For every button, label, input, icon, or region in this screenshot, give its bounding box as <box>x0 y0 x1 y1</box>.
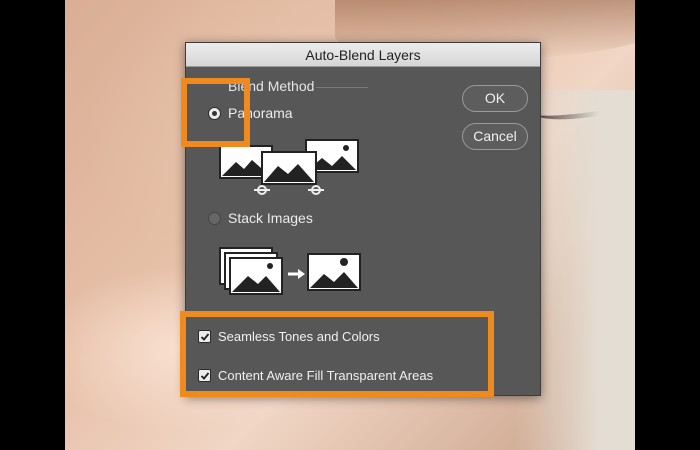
dialog-title: Auto-Blend Layers <box>186 43 540 67</box>
ok-button[interactable]: OK <box>462 85 528 112</box>
checkbox-box-content-aware-fill[interactable] <box>198 369 211 382</box>
checkbox-label-content-aware-fill: Content Aware Fill Transparent Areas <box>218 368 434 383</box>
stack-images-illustration <box>219 247 361 295</box>
panorama-image-middle <box>261 151 317 185</box>
stack-arrow-icon <box>288 269 305 279</box>
stack-result-image <box>307 253 361 291</box>
blend-method-label: Blend Method <box>226 78 317 94</box>
panorama-illustration <box>219 139 359 195</box>
cancel-button[interactable]: Cancel <box>462 123 528 150</box>
checkbox-seamless-tones[interactable]: Seamless Tones and Colors <box>198 329 380 344</box>
overlap-arrows <box>254 185 324 195</box>
auto-blend-dialog: Auto-Blend Layers Blend Method Panorama <box>185 42 541 396</box>
radio-label-panorama: Panorama <box>228 105 293 121</box>
check-icon <box>200 371 209 380</box>
radio-button-stack-images[interactable] <box>208 211 221 225</box>
check-icon <box>200 332 209 341</box>
radio-stack-images[interactable]: Stack Images <box>208 210 313 226</box>
stacked-images <box>219 247 283 295</box>
checkbox-content-aware-fill[interactable]: Content Aware Fill Transparent Areas <box>198 368 433 383</box>
radio-panorama[interactable]: Panorama <box>208 105 293 121</box>
radio-label-stack-images: Stack Images <box>228 210 313 226</box>
checkbox-label-seamless-tones: Seamless Tones and Colors <box>218 329 380 344</box>
checkbox-box-seamless-tones[interactable] <box>198 330 211 343</box>
radio-button-panorama[interactable] <box>208 106 221 120</box>
